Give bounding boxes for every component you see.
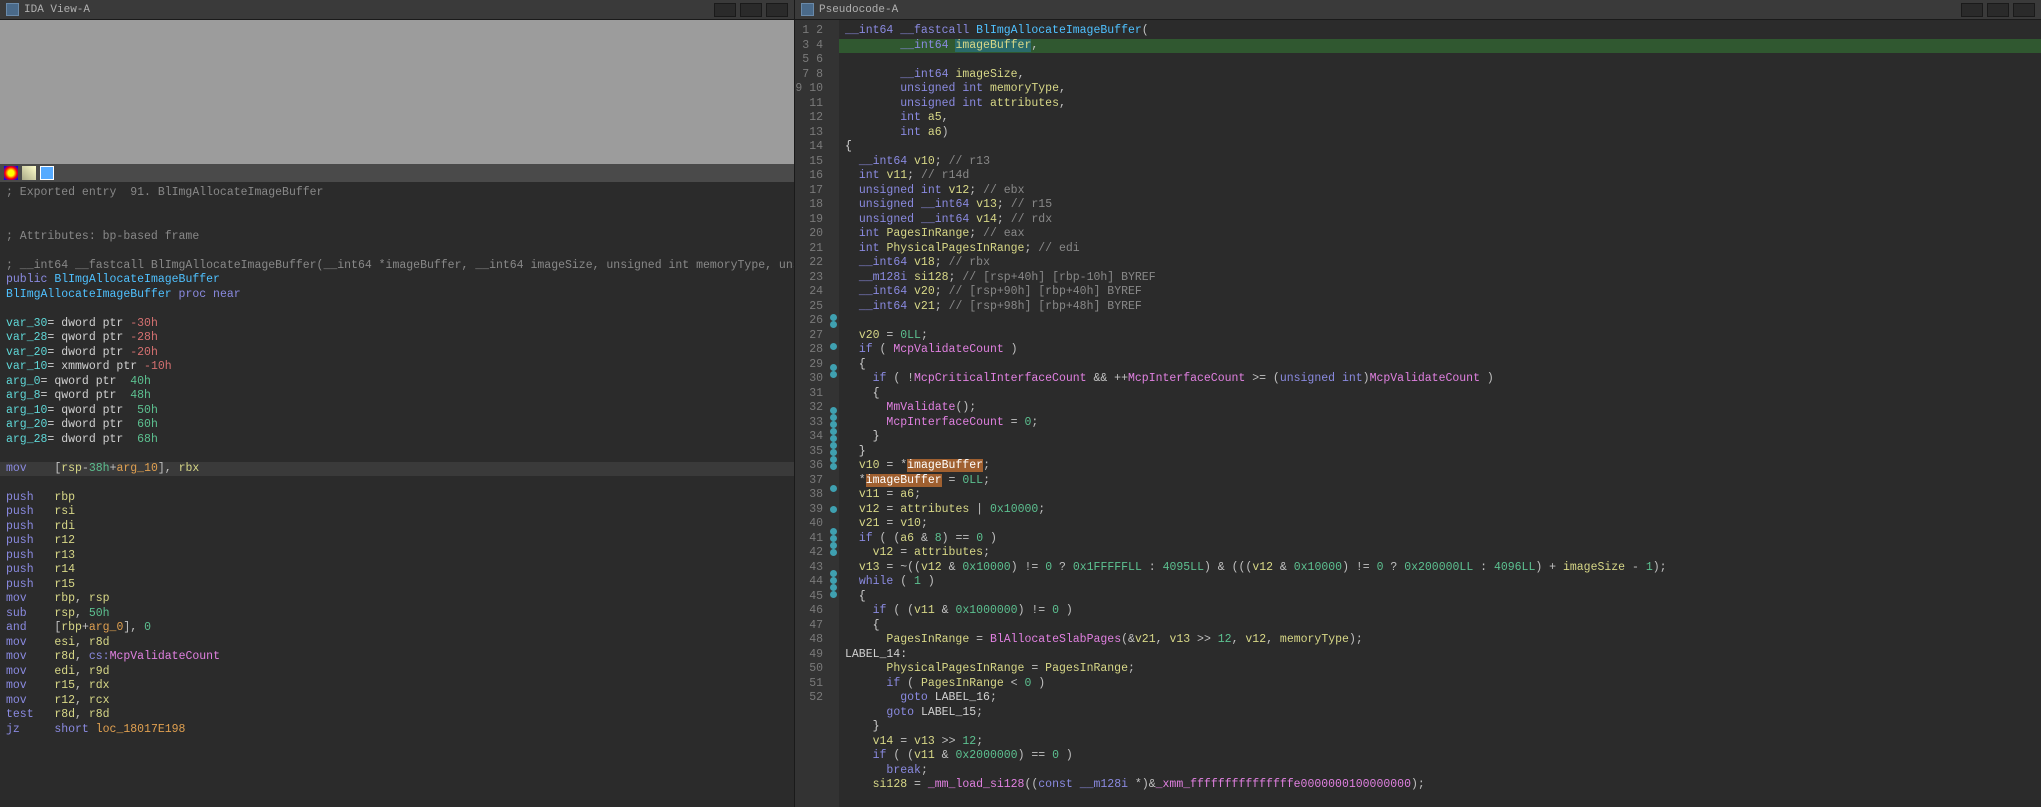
- palette-icon[interactable]: [4, 166, 18, 180]
- ida-view-pane: IDA View-A ; Exported entry 91. BlImgAll…: [0, 0, 795, 807]
- decompiler-listing[interactable]: 1 2 3 4 5 6 7 8 9 10 11 12 13 14 15 16 1…: [795, 20, 2041, 807]
- asm-toolbar: [0, 164, 794, 182]
- disassembly-listing[interactable]: ; Exported entry 91. BlImgAllocateImageB…: [0, 182, 794, 807]
- close-button[interactable]: [766, 3, 788, 17]
- minimize-button[interactable]: [714, 3, 736, 17]
- window-icon: [6, 3, 19, 16]
- breakpoint-gutter[interactable]: [827, 20, 839, 807]
- ida-view-titlebar[interactable]: IDA View-A: [0, 0, 794, 20]
- pseudocode-titlebar[interactable]: Pseudocode-A: [795, 0, 2041, 20]
- monitor-icon[interactable]: [40, 166, 54, 180]
- close-button[interactable]: [2013, 3, 2035, 17]
- ida-view-title: IDA View-A: [24, 4, 90, 16]
- maximize-button[interactable]: [740, 3, 762, 17]
- code-column[interactable]: __int64 __fastcall BlImgAllocateImageBuf…: [839, 20, 2041, 807]
- line-number-gutter: 1 2 3 4 5 6 7 8 9 10 11 12 13 14 15 16 1…: [795, 20, 827, 807]
- pseudocode-pane: Pseudocode-A 1 2 3 4 5 6 7 8 9 10 11 12 …: [795, 0, 2041, 807]
- pseudocode-title: Pseudocode-A: [819, 4, 898, 16]
- window-icon: [801, 3, 814, 16]
- maximize-button[interactable]: [1987, 3, 2009, 17]
- minimize-button[interactable]: [1961, 3, 1983, 17]
- pencil-icon[interactable]: [22, 166, 36, 180]
- graph-view-background[interactable]: [0, 20, 794, 164]
